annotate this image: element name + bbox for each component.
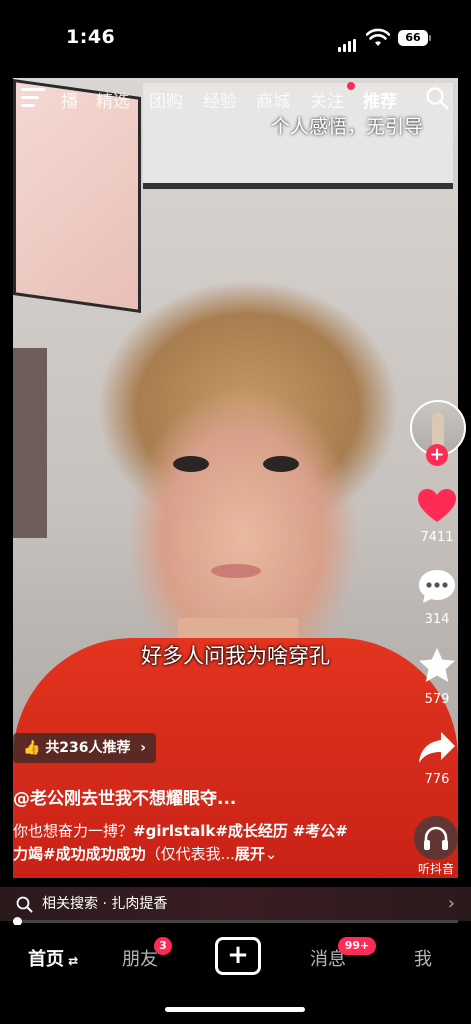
listen-douyin-button[interactable]: 听抖音 <box>412 816 460 877</box>
chevron-right-icon: › <box>135 740 147 756</box>
home-indicator <box>165 1007 305 1012</box>
recommend-label: 共236人推荐 <box>45 740 131 756</box>
share-count: 776 <box>424 772 450 787</box>
listen-label: 听抖音 <box>417 862 454 876</box>
tab-following[interactable]: 关注 <box>310 87 344 112</box>
comment-button[interactable]: 314 <box>410 568 464 627</box>
following-dot <box>347 82 355 90</box>
battery-icon: 66 <box>398 30 431 46</box>
hashtag[interactable]: #成功成功成功 <box>43 845 146 863</box>
tab-featured[interactable]: 精选 <box>96 87 130 112</box>
share-button[interactable]: 776 <box>410 730 464 787</box>
status-time: 1:46 <box>66 26 116 48</box>
star-icon <box>419 648 455 682</box>
tab-recommended[interactable]: 推荐 <box>363 87 397 112</box>
nav-me[interactable]: 我 <box>414 945 432 971</box>
search-icon <box>16 896 33 913</box>
video-overlay-title: 个人感悟，无引导 <box>271 116 424 138</box>
person-mouth <box>211 564 261 578</box>
video-progress-bar[interactable] <box>13 917 458 926</box>
thumbs-up-icon: 👍 <box>23 740 41 756</box>
hashtag[interactable]: #考公 <box>293 822 336 840</box>
tab-live[interactable]: 播 <box>61 87 78 112</box>
wifi-icon <box>366 28 390 46</box>
nav-home-label: 首页 <box>28 949 64 970</box>
related-search-bar[interactable]: 相关搜索 · 扎肉提香 › <box>0 887 471 921</box>
tab-mall[interactable]: 商城 <box>256 87 290 112</box>
share-arrow-icon <box>419 732 455 763</box>
status-bar: 1:46 66 <box>0 0 471 78</box>
menu-icon[interactable] <box>21 88 45 108</box>
tab-group-buy[interactable]: 团购 <box>149 87 183 112</box>
post-description[interactable]: 你也想奋力一搏？#girlstalk#成长经历 #考公#力竭#成功成功成功（仅代… <box>13 820 358 866</box>
chevron-right-icon: › <box>447 893 455 914</box>
favorite-count: 579 <box>424 692 450 707</box>
desc-text: 你也想奋力一搏？ <box>13 822 134 840</box>
heart-icon <box>418 489 456 522</box>
related-search-text: 相关搜索 · 扎肉提香 <box>42 896 168 912</box>
like-button[interactable]: 7411 <box>410 488 464 545</box>
author-name[interactable]: @老公刚去世我不想耀眼夺... <box>13 784 236 809</box>
recommend-chip[interactable]: 👍 共236人推荐 › <box>13 733 157 763</box>
headphones-icon <box>414 816 458 860</box>
wall-posters <box>13 348 47 538</box>
person-eye-left <box>173 456 209 472</box>
chevron-down-icon: ⌄ <box>264 845 278 863</box>
nav-home[interactable]: 首页 ⇄ <box>28 945 78 971</box>
messages-badge: 99+ <box>338 937 376 955</box>
top-nav: 播 精选 团购 经验 商城 关注 推荐 <box>13 82 458 116</box>
follow-plus-icon[interactable]: + <box>426 444 448 466</box>
tab-experience[interactable]: 经验 <box>203 87 237 112</box>
comment-icon <box>419 570 455 603</box>
nav-friends[interactable]: 朋友 <box>122 945 158 971</box>
person-eye-right <box>263 456 299 472</box>
favorite-button[interactable]: 579 <box>410 646 464 707</box>
cellular-signal-icon <box>338 33 358 52</box>
create-button[interactable]: + <box>215 937 261 975</box>
search-icon[interactable] <box>425 86 449 110</box>
hashtag[interactable]: #girlstalk <box>133 822 215 840</box>
expand-button[interactable]: 展开 <box>235 845 265 863</box>
friends-badge: 3 <box>154 937 172 955</box>
comment-count: 314 <box>424 612 450 627</box>
swap-icon: ⇄ <box>64 954 79 968</box>
desc-text: （仅代表我... <box>145 845 235 863</box>
like-count: 7411 <box>420 530 454 545</box>
video-subtitle: 好多人问我为啥穿孔 <box>141 644 330 668</box>
hashtag[interactable]: #成长经历 <box>215 822 288 840</box>
